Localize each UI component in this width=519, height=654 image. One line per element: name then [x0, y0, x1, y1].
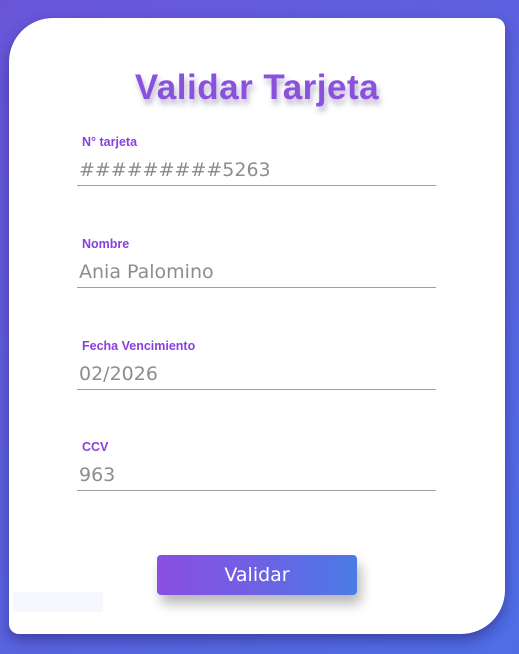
validation-card: Validar Tarjeta N° tarjeta Nombre Fecha …	[9, 18, 505, 634]
form-title: Validar Tarjeta	[134, 68, 380, 107]
expiry-label: Fecha Vencimiento	[82, 339, 196, 353]
card-number-label: N° tarjeta	[82, 135, 138, 149]
expiry-field: Fecha Vencimiento	[77, 339, 436, 401]
name-field: Nombre	[77, 237, 436, 299]
ccv-label: CCV	[82, 440, 109, 454]
validate-button[interactable]: Validar	[157, 555, 357, 595]
expiry-input[interactable]	[77, 359, 436, 390]
card-number-field: N° tarjeta	[77, 135, 436, 197]
name-input[interactable]	[77, 257, 436, 288]
ccv-input[interactable]	[77, 460, 436, 491]
card-number-input[interactable]	[77, 155, 436, 186]
ccv-field: CCV	[77, 440, 436, 502]
name-label: Nombre	[82, 237, 130, 251]
decorative-strip	[13, 592, 103, 612]
